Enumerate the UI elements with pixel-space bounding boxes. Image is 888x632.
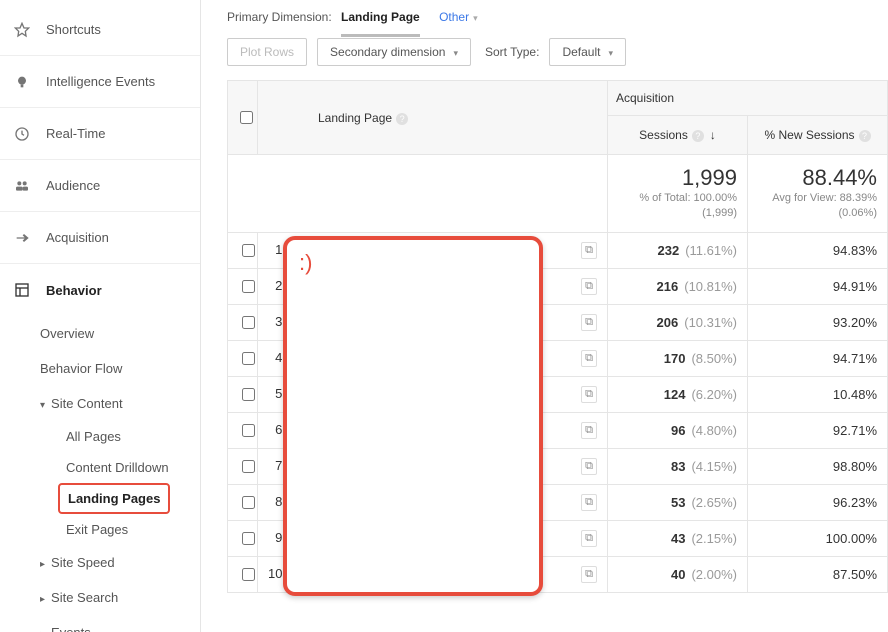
nav-label: Behavior (46, 283, 102, 298)
cell-sessions: 232(11.61%) (608, 232, 748, 268)
bulb-icon (12, 72, 32, 92)
summary-sessions: 1,999 % of Total: 100.00% (1,999) (608, 155, 748, 233)
chevron-down-icon (445, 45, 458, 59)
nav-realtime[interactable]: Real-Time (0, 108, 200, 160)
people-icon (12, 176, 32, 196)
dimension-label: Primary Dimension: (227, 10, 332, 24)
subnav-exit-pages[interactable]: Exit Pages (40, 514, 200, 545)
layout-icon (12, 280, 32, 300)
primary-dimension: Primary Dimension: Landing Page Other (227, 10, 888, 24)
nav-audience[interactable]: Audience (0, 160, 200, 212)
behavior-subnav: Overview Behavior Flow Site Content All … (0, 316, 200, 632)
clock-icon (12, 124, 32, 144)
secondary-dimension-button[interactable]: Secondary dimension (317, 38, 471, 66)
help-icon[interactable]: ? (692, 130, 704, 142)
cell-sessions: 83(4.15%) (608, 448, 748, 484)
col-landing-page[interactable]: Landing Page (318, 111, 392, 125)
row-checkbox[interactable] (242, 244, 255, 257)
cell-sessions: 170(8.50%) (608, 340, 748, 376)
subnav-site-content[interactable]: Site Content (40, 386, 200, 421)
subnav-landing-pages[interactable]: Landing Pages (58, 483, 170, 514)
cell-sessions: 40(2.00%) (608, 556, 748, 592)
cell-new-sessions: 96.23% (748, 484, 888, 520)
col-group-acquisition: Acquisition (608, 81, 888, 116)
row-checkbox[interactable] (242, 496, 255, 509)
help-icon[interactable]: ? (396, 113, 408, 125)
nav-label: Acquisition (46, 230, 109, 245)
cell-new-sessions: 93.20% (748, 304, 888, 340)
nav-shortcuts[interactable]: Shortcuts (0, 4, 200, 56)
cell-sessions: 96(4.80%) (608, 412, 748, 448)
nav-acquisition[interactable]: Acquisition (0, 212, 200, 264)
subnav-drilldown[interactable]: Content Drilldown (40, 452, 200, 483)
open-external-icon[interactable]: ⧉ (581, 566, 597, 583)
nav-label: Audience (46, 178, 100, 193)
plot-rows-button[interactable]: Plot Rows (227, 38, 307, 66)
redaction-box: :) (283, 236, 543, 596)
subnav-events[interactable]: Events (40, 615, 200, 632)
subnav-site-speed[interactable]: Site Speed (40, 545, 200, 580)
cell-sessions: 124(6.20%) (608, 376, 748, 412)
open-external-icon[interactable]: ⧉ (581, 386, 597, 403)
cell-sessions: 216(10.81%) (608, 268, 748, 304)
cell-new-sessions: 94.91% (748, 268, 888, 304)
row-checkbox[interactable] (242, 532, 255, 545)
row-checkbox[interactable] (242, 352, 255, 365)
row-checkbox[interactable] (242, 280, 255, 293)
subnav-overview[interactable]: Overview (40, 316, 200, 351)
help-icon[interactable]: ? (859, 130, 871, 142)
row-checkbox[interactable] (242, 424, 255, 437)
arrow-right-icon (12, 228, 32, 248)
nav-label: Intelligence Events (46, 74, 155, 89)
cell-sessions: 206(10.31%) (608, 304, 748, 340)
row-checkbox[interactable] (242, 316, 255, 329)
open-external-icon[interactable]: ⧉ (581, 350, 597, 367)
open-external-icon[interactable]: ⧉ (581, 494, 597, 511)
subnav-flow[interactable]: Behavior Flow (40, 351, 200, 386)
select-all-checkbox[interactable] (240, 111, 253, 124)
subnav-all-pages[interactable]: All Pages (40, 421, 200, 452)
cell-new-sessions: 100.00% (748, 520, 888, 556)
nav-label: Shortcuts (46, 22, 101, 37)
cell-sessions: 43(2.15%) (608, 520, 748, 556)
cell-new-sessions: 94.83% (748, 232, 888, 268)
star-icon (12, 20, 32, 40)
open-external-icon[interactable]: ⧉ (581, 458, 597, 475)
nav-behavior[interactable]: Behavior (0, 264, 200, 316)
col-sessions[interactable]: Sessions?↓ (608, 116, 748, 155)
cell-new-sessions: 92.71% (748, 412, 888, 448)
open-external-icon[interactable]: ⧉ (581, 314, 597, 331)
open-external-icon[interactable]: ⧉ (581, 422, 597, 439)
col-new-sessions[interactable]: % New Sessions? (748, 116, 888, 155)
nav-label: Real-Time (46, 126, 105, 141)
subnav-site-search[interactable]: Site Search (40, 580, 200, 615)
content: Primary Dimension: Landing Page Other Pl… (201, 0, 888, 632)
summary-new-sessions: 88.44% Avg for View: 88.39% (0.06%) (748, 155, 888, 233)
cell-new-sessions: 87.50% (748, 556, 888, 592)
open-external-icon[interactable]: ⧉ (581, 242, 597, 259)
sort-type-button[interactable]: Default (549, 38, 626, 66)
sort-type-label: Sort Type: (485, 45, 539, 59)
dimension-other[interactable]: Other (439, 10, 478, 24)
chevron-down-icon (600, 45, 613, 59)
row-checkbox[interactable] (242, 388, 255, 401)
cell-new-sessions: 94.71% (748, 340, 888, 376)
dimension-value[interactable]: Landing Page (341, 10, 420, 37)
cell-new-sessions: 10.48% (748, 376, 888, 412)
nav-intelligence[interactable]: Intelligence Events (0, 56, 200, 108)
cell-sessions: 53(2.65%) (608, 484, 748, 520)
row-checkbox[interactable] (242, 460, 255, 473)
row-checkbox[interactable] (242, 568, 255, 581)
toolbar: Plot Rows Secondary dimension Sort Type:… (227, 38, 888, 66)
open-external-icon[interactable]: ⧉ (581, 530, 597, 547)
cell-new-sessions: 98.80% (748, 448, 888, 484)
sidebar: Shortcuts Intelligence Events Real-Time … (0, 0, 201, 632)
sort-desc-icon: ↓ (710, 128, 716, 142)
open-external-icon[interactable]: ⧉ (581, 278, 597, 295)
smile-icon: :) (299, 250, 312, 276)
